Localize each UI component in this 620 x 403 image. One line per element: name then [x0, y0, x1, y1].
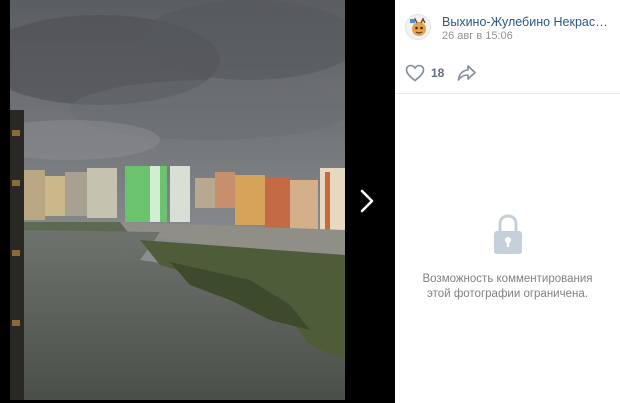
next-photo-button[interactable] — [352, 183, 382, 219]
heart-icon — [405, 64, 425, 82]
comments-restricted-text: Возможность комментирования этой фотогра… — [422, 273, 593, 300]
lock-icon — [491, 212, 525, 256]
chevron-right-icon — [360, 189, 374, 213]
info-panel: Выхино-Жулебино Некрасовка Лю… 26 авг в … — [395, 0, 620, 403]
share-button[interactable] — [457, 64, 477, 82]
comments-closed: Возможность комментирования этой фотогра… — [395, 200, 620, 302]
post-actions: 18 — [395, 52, 620, 94]
photo-image — [10, 0, 345, 400]
post-header: Выхино-Жулебино Некрасовка Лю… 26 авг в … — [395, 0, 620, 52]
photo-viewer — [0, 0, 395, 403]
avatar[interactable] — [405, 14, 431, 40]
photo[interactable] — [10, 0, 345, 400]
post-date[interactable]: 26 авг в 15:06 — [442, 30, 513, 42]
author-name-link[interactable]: Выхино-Жулебино Некрасовка Лю… — [442, 15, 614, 29]
group-logo-icon — [410, 17, 426, 36]
like-count: 18 — [431, 66, 445, 80]
like-button[interactable]: 18 — [405, 63, 444, 83]
share-icon — [457, 65, 476, 81]
